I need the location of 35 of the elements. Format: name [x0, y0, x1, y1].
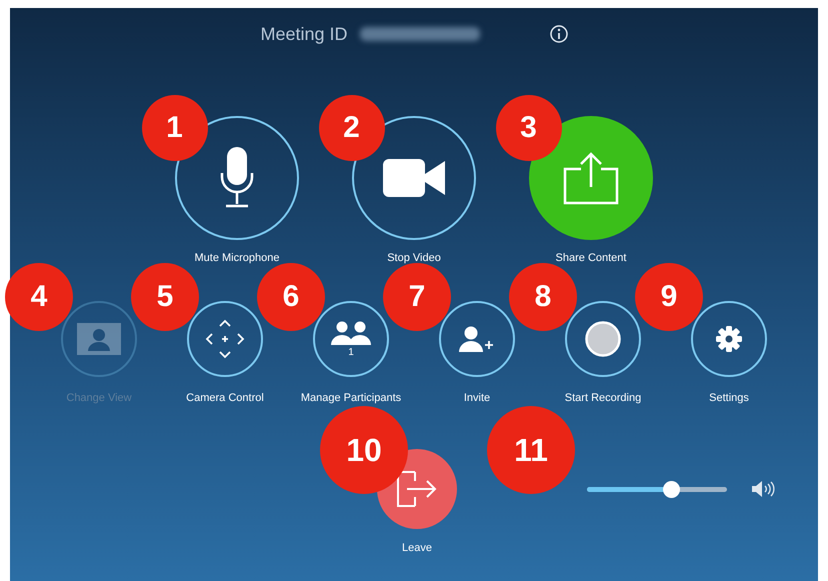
button-label: Start Recording [564, 392, 642, 404]
callout-number: 11 [487, 406, 575, 494]
people-icon [331, 320, 371, 344]
button-label: Share Content [556, 252, 626, 264]
callout-number: 8 [509, 263, 577, 331]
callout-number: 4 [5, 263, 73, 331]
video-camera-icon [383, 159, 445, 197]
add-person-icon [459, 326, 495, 352]
button-label: Change View [66, 392, 132, 404]
button-label: Manage Participants [300, 392, 402, 404]
callout-number: 7 [383, 263, 451, 331]
button-label: Leave [402, 542, 432, 554]
button-label: Invite [464, 392, 490, 404]
person-card-icon [77, 323, 121, 355]
microphone-icon [220, 147, 254, 209]
meeting-id-label: Meeting ID [260, 24, 348, 44]
button-label: Settings [709, 392, 749, 404]
callout-number: 5 [131, 263, 199, 331]
callout-number: 2 [318, 95, 384, 161]
callout-number: 1 [142, 95, 208, 161]
exit-icon [397, 471, 437, 507]
callout-number: 9 [635, 263, 703, 331]
speaker-loud-icon [752, 481, 776, 497]
record-icon [585, 321, 621, 357]
button-label: Camera Control [186, 392, 264, 404]
callout-number: 6 [257, 263, 325, 331]
direction-arrows-icon [205, 319, 245, 359]
button-label: Stop Video [387, 252, 441, 264]
gear-icon [716, 326, 742, 352]
share-icon [563, 151, 619, 205]
callout-number: 3 [496, 95, 562, 161]
button-label: Mute Microphone [194, 252, 280, 264]
info-icon[interactable] [550, 25, 568, 43]
slider-thumb[interactable] [663, 480, 680, 498]
callout-number: 10 [320, 406, 408, 494]
